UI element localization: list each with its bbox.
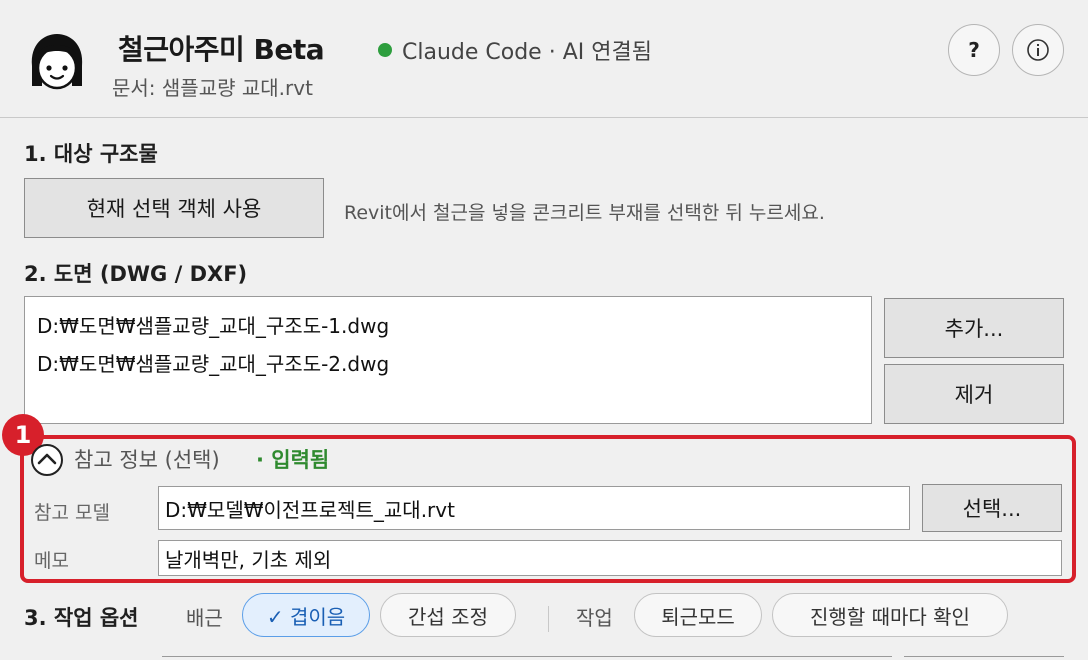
chip-off-work-mode[interactable]: 퇴근모드 bbox=[634, 593, 762, 637]
chip-lap-splice[interactable]: ✓ 겹이음 bbox=[242, 593, 370, 637]
memo-input[interactable]: 날개벽만, 기초 제외 bbox=[158, 540, 1062, 576]
header-divider bbox=[0, 117, 1088, 118]
select-model-button[interactable]: 선택... bbox=[922, 484, 1062, 532]
girl-face-icon bbox=[31, 34, 83, 90]
avatar bbox=[24, 30, 90, 96]
section-title-target: 1. 대상 구조물 bbox=[24, 142, 158, 166]
reference-model-input[interactable]: D:₩모델₩이전프로젝트_교대.rvt bbox=[158, 486, 910, 530]
connection-status: Claude Code · AI 연결됨 bbox=[378, 34, 652, 66]
use-selection-button[interactable]: 현재 선택 객체 사용 bbox=[24, 178, 324, 238]
remove-drawing-button[interactable]: 제거 bbox=[884, 364, 1064, 424]
status-text: Claude Code · AI 연결됨 bbox=[402, 40, 652, 65]
help-button[interactable]: ? bbox=[948, 24, 1000, 76]
list-item[interactable]: D:₩도면₩샘플교량_교대_구조도-1.dwg bbox=[37, 307, 859, 345]
next-button-edge bbox=[904, 656, 1064, 660]
reference-model-label: 참고 모델 bbox=[34, 502, 110, 524]
document-name: 문서: 샘플교량 교대.rvt bbox=[112, 76, 313, 100]
add-drawing-button[interactable]: 추가... bbox=[884, 298, 1064, 358]
drawing-file-list[interactable]: D:₩도면₩샘플교량_교대_구조도-1.dwg D:₩도면₩샘플교량_교대_구조… bbox=[24, 296, 872, 424]
section-title-drawings: 2. 도면 (DWG / DXF) bbox=[24, 262, 248, 286]
work-label: 작업 bbox=[576, 606, 613, 630]
entered-status: · 입력됨 bbox=[256, 448, 330, 472]
options-divider bbox=[548, 606, 549, 632]
rebar-label: 배근 bbox=[186, 606, 223, 630]
status-dot-icon bbox=[378, 43, 392, 57]
next-field-edge bbox=[162, 656, 892, 660]
list-item[interactable]: D:₩도면₩샘플교량_교대_구조도-2.dwg bbox=[37, 345, 859, 383]
info-icon bbox=[1027, 39, 1049, 61]
memo-label: 메모 bbox=[34, 550, 69, 572]
chip-confirm-each-step[interactable]: 진행할 때마다 확인 bbox=[772, 593, 1008, 637]
reference-section-header[interactable]: 참고 정보 (선택) bbox=[74, 444, 220, 474]
app-title: 철근아주미 Beta bbox=[118, 33, 325, 66]
chevron-up-icon[interactable] bbox=[30, 443, 64, 477]
section-title-options: 3. 작업 옵션 bbox=[24, 606, 139, 630]
selection-hint: Revit에서 철근을 넣을 콘크리트 부재를 선택한 뒤 누르세요. bbox=[344, 202, 825, 224]
chip-clash-adjust[interactable]: 간섭 조정 bbox=[380, 593, 516, 637]
info-button[interactable] bbox=[1012, 24, 1064, 76]
